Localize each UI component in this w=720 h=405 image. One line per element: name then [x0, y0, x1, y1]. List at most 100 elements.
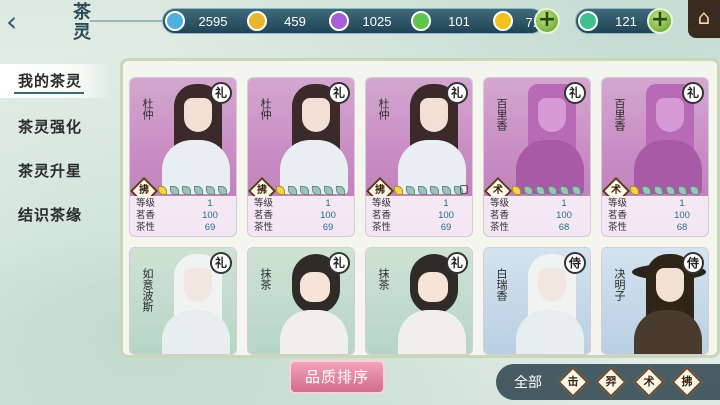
- stat-label: 茗香: [136, 210, 156, 221]
- leaf-icon: [630, 186, 639, 195]
- jade-icon: [578, 11, 598, 31]
- face: [302, 98, 330, 132]
- stat-row-level: 等级 1: [136, 198, 230, 210]
- leaf-icon: [524, 186, 533, 195]
- star-leaves: [276, 186, 345, 195]
- rarity-badge: 礼: [328, 252, 350, 274]
- tea-spirit-card[interactable]: 白瑞香 侍: [483, 247, 591, 355]
- stat-value: 1: [443, 198, 449, 209]
- leaf-icon: [394, 186, 403, 195]
- add-jade-button[interactable]: +: [647, 8, 673, 34]
- stat-row-level: 等级 1: [490, 198, 584, 210]
- stat-row-nature: 茶性 69: [136, 222, 230, 234]
- stat-row-aroma: 茗香 100: [254, 210, 348, 222]
- card-name: 杜仲: [259, 98, 272, 120]
- leaf-icon: [690, 186, 699, 195]
- filter-element-shu[interactable]: 术: [633, 366, 665, 398]
- quality-sort-button[interactable]: 品质排序: [289, 360, 385, 394]
- filter-label: 击: [567, 375, 579, 388]
- stat-value: 69: [204, 222, 216, 233]
- robe: [516, 310, 584, 354]
- leaf-icon: [300, 186, 309, 195]
- rarity-badge: 礼: [210, 82, 232, 104]
- filter-element-yi[interactable]: 羿: [595, 366, 627, 398]
- stat-label: 茗香: [490, 210, 510, 221]
- filter-label: 羿: [605, 375, 617, 388]
- stat-value: 1: [207, 198, 213, 209]
- leaf-icon: [536, 186, 545, 195]
- tea-spirit-card[interactable]: 杜仲礼拂等级 1 茗香 100 茶性 69: [247, 77, 355, 237]
- crystal-icon: [165, 11, 185, 31]
- stat-label: 等级: [608, 198, 628, 209]
- stat-row-level: 等级 1: [254, 198, 348, 210]
- card-stats: 等级 1 茗香 100 茶性 69: [366, 196, 472, 236]
- sidebar-item-meet-tea-bond[interactable]: 结识茶缘: [0, 198, 112, 232]
- stat-row-nature: 茶性 68: [608, 222, 702, 234]
- leaf-icon: [418, 186, 427, 195]
- leaf-icon: [430, 186, 439, 195]
- stat-label: 等级: [372, 198, 392, 209]
- card-name: 抹茶: [259, 268, 272, 290]
- stat-label: 茗香: [372, 210, 392, 221]
- stat-value: 100: [556, 210, 572, 221]
- resource-jade-value: 121: [615, 13, 637, 29]
- back-button[interactable]: ‹: [6, 8, 34, 38]
- element-filter-bar: 全部 击 羿 术 拂: [496, 364, 720, 400]
- filter-element-fu[interactable]: 拂: [671, 366, 703, 398]
- filter-element-ji[interactable]: 击: [557, 366, 589, 398]
- rarity-badge: 侍: [682, 252, 704, 274]
- card-name: 如意波斯: [141, 268, 154, 312]
- leaf-icon: [218, 186, 227, 195]
- stat-label: 茶性: [136, 222, 156, 233]
- leaf-icon: [654, 186, 663, 195]
- leaf-icon: [170, 186, 179, 195]
- tea-spirit-card[interactable]: 百里香礼术等级 1 茗香 100 茶性 68: [601, 77, 709, 237]
- stat-value: 1: [561, 198, 567, 209]
- rarity-badge: 礼: [446, 82, 468, 104]
- leaf-icon: [678, 186, 687, 195]
- leaf-icon: [336, 186, 345, 195]
- rarity-badge: 礼: [210, 252, 232, 274]
- stat-label: 茶性: [490, 222, 510, 233]
- stat-row-level: 等级 1: [372, 198, 466, 210]
- stat-label: 等级: [490, 198, 510, 209]
- filter-all-button[interactable]: 全部: [502, 372, 554, 392]
- stat-value: 100: [202, 210, 218, 221]
- title-divider: [90, 20, 170, 22]
- card-grid-panel: 杜仲礼拂等级 1 茗香 100 茶性 69 杜仲礼拂等级 1 茗香 100 茶性 69 杜仲礼拂等级 1 茗…: [120, 58, 720, 358]
- stat-value: 68: [558, 222, 570, 233]
- leaf-icon: [442, 186, 451, 195]
- star-leaves: [158, 186, 227, 195]
- sidebar-item-star-up[interactable]: 茶灵升星: [0, 154, 112, 188]
- tea-spirit-card[interactable]: 百里香礼术等级 1 茗香 100 茶性 68: [483, 77, 591, 237]
- face: [184, 98, 212, 132]
- tea-spirit-card[interactable]: 抹茶 礼: [365, 247, 473, 355]
- stat-row-aroma: 茗香 100: [136, 210, 230, 222]
- card-name: 杜仲: [141, 98, 154, 120]
- stat-label: 茶性: [608, 222, 628, 233]
- face: [418, 272, 448, 302]
- stat-label: 茶性: [254, 222, 274, 233]
- card-name: 决明子: [613, 268, 626, 301]
- tea-spirit-card[interactable]: 如意波斯 礼: [129, 247, 237, 355]
- home-button[interactable]: ⌂: [688, 0, 720, 38]
- leaf-icon: [548, 186, 557, 195]
- tea-spirit-card[interactable]: 杜仲礼拂等级 1 茗香 100 茶性 69: [129, 77, 237, 237]
- stat-row-nature: 茶性 69: [372, 222, 466, 234]
- add-resource-button[interactable]: +: [534, 8, 560, 34]
- leaf-icon: [158, 186, 167, 195]
- stat-value: 100: [320, 210, 336, 221]
- tea-spirit-card[interactable]: 决明子 侍: [601, 247, 709, 355]
- robe: [398, 310, 466, 354]
- tea-spirit-card[interactable]: 抹茶 礼: [247, 247, 355, 355]
- leaf-icon: [512, 186, 521, 195]
- tea-spirit-card[interactable]: 杜仲礼拂等级 1 茗香 100 茶性 69: [365, 77, 473, 237]
- stat-label: 等级: [136, 198, 156, 209]
- rarity-badge: 礼: [564, 82, 586, 104]
- face: [538, 98, 566, 132]
- stat-row-aroma: 茗香 100: [490, 210, 584, 222]
- resource-green-gem: 101: [409, 9, 491, 33]
- stat-value: 69: [322, 222, 334, 233]
- sidebar-item-my-tea-spirits[interactable]: 我的茶灵: [0, 64, 112, 98]
- sidebar-item-enhance[interactable]: 茶灵强化: [0, 110, 112, 144]
